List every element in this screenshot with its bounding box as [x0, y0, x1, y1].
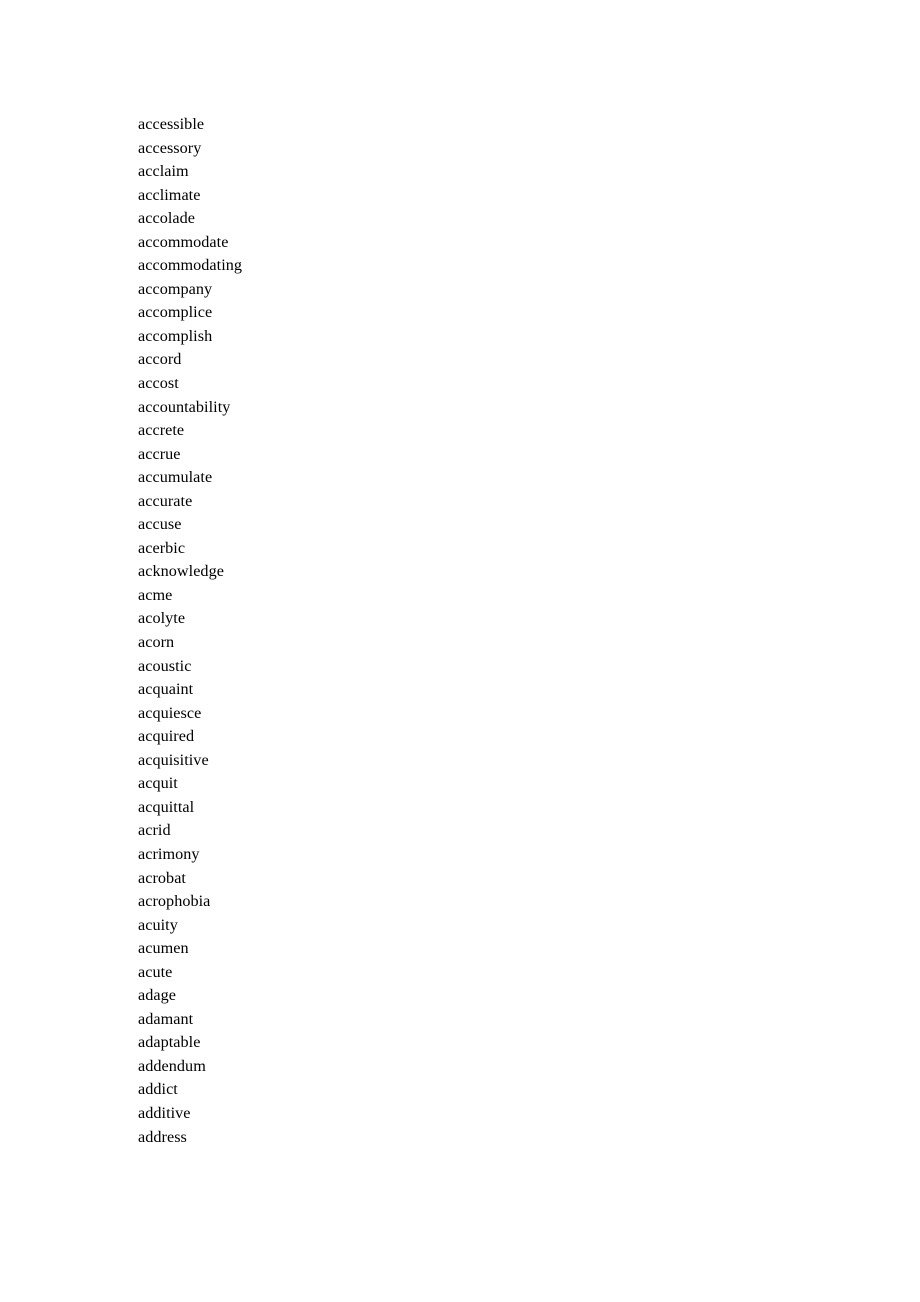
- list-item: acute: [138, 962, 173, 981]
- list-item: acorn: [138, 633, 175, 652]
- list-item: acclimate: [138, 185, 201, 204]
- list-item: accolade: [138, 209, 196, 228]
- list-item: acquit: [138, 774, 178, 793]
- list-item: adaptable: [138, 1033, 201, 1052]
- list-item: acclaim: [138, 162, 189, 181]
- list-item: accumulate: [138, 468, 213, 487]
- list-item: additive: [138, 1103, 191, 1122]
- list-item: accrete: [138, 421, 185, 440]
- list-item: acquiesce: [138, 703, 202, 722]
- list-item: acrophobia: [138, 892, 211, 911]
- list-item: accessory: [138, 138, 202, 157]
- list-item: acrid: [138, 821, 171, 840]
- list-item: accompany: [138, 279, 213, 298]
- list-item: accomplish: [138, 326, 213, 345]
- list-item: accurate: [138, 491, 193, 510]
- list-item: accountability: [138, 397, 231, 416]
- list-item: acolyte: [138, 609, 186, 628]
- list-item: address: [138, 1127, 187, 1146]
- list-item: accost: [138, 374, 179, 393]
- list-item: accuse: [138, 515, 182, 534]
- list-item: acquired: [138, 727, 195, 746]
- list-item: acerbic: [138, 538, 186, 557]
- list-item: accessible: [138, 115, 205, 133]
- list-item: accrue: [138, 444, 181, 463]
- list-item: acknowledge: [138, 562, 224, 581]
- list-item: acoustic: [138, 656, 192, 675]
- list-item: acrobat: [138, 868, 186, 887]
- list-item: accommodate: [138, 232, 229, 251]
- list-item: acquaint: [138, 680, 194, 699]
- list-item: addendum: [138, 1056, 206, 1075]
- list-item: accomplice: [138, 303, 213, 322]
- word-list: accessible accessory acclaim acclimate a…: [138, 113, 242, 1149]
- list-item: accommodating: [138, 256, 243, 275]
- list-item: adage: [138, 986, 176, 1005]
- document-page: accessible accessory acclaim acclimate a…: [0, 0, 920, 1302]
- list-item: acquisitive: [138, 750, 209, 769]
- list-item: acquittal: [138, 797, 195, 816]
- list-item: accord: [138, 350, 182, 369]
- list-item: acumen: [138, 939, 189, 958]
- list-item: acme: [138, 585, 173, 604]
- list-item: acuity: [138, 915, 178, 934]
- list-item: adamant: [138, 1009, 194, 1028]
- list-item: addict: [138, 1080, 178, 1099]
- list-item: acrimony: [138, 844, 200, 863]
